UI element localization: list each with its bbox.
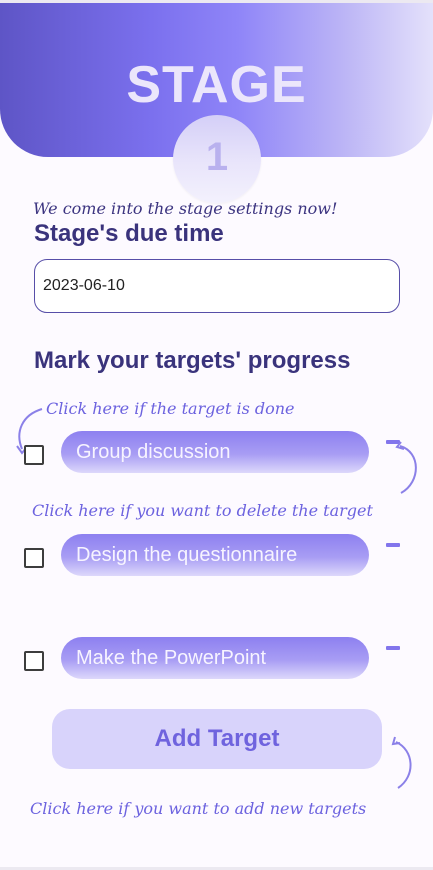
add-hint: Click here if you want to add new target… <box>30 799 367 818</box>
done-hint: Click here if the target is done <box>46 399 295 418</box>
stage-settings-screen: STAGE 1 We come into the stage settings … <box>0 3 433 867</box>
delete-hint-arrow-icon <box>395 441 417 494</box>
target-pill-design-questionnaire[interactable]: Design the questionnaire <box>61 534 369 576</box>
progress-label: Mark your targets' progress <box>34 347 351 374</box>
target-checkbox-make-powerpoint[interactable] <box>24 651 44 671</box>
target-pill-make-powerpoint[interactable]: Make the PowerPoint <box>61 637 369 679</box>
delete-hint: Click here if you want to delete the tar… <box>32 501 373 520</box>
stage-number-badge: 1 <box>173 115 261 203</box>
add-target-button[interactable]: Add Target <box>52 709 382 769</box>
stage-title: STAGE <box>126 56 307 114</box>
delete-target-icon[interactable] <box>386 543 400 547</box>
target-pill-group-discussion[interactable]: Group discussion <box>61 431 369 473</box>
target-checkbox-group-discussion[interactable] <box>24 445 44 465</box>
stage-number: 1 <box>205 135 229 179</box>
add-hint-arrow-icon <box>391 736 412 789</box>
due-time-label: Stage's due time <box>34 220 224 247</box>
target-checkbox-design-questionnaire[interactable] <box>24 548 44 568</box>
due-date-input[interactable] <box>34 259 400 313</box>
delete-target-icon[interactable] <box>386 646 400 650</box>
intro-hint: We come into the stage settings now! <box>33 199 338 218</box>
